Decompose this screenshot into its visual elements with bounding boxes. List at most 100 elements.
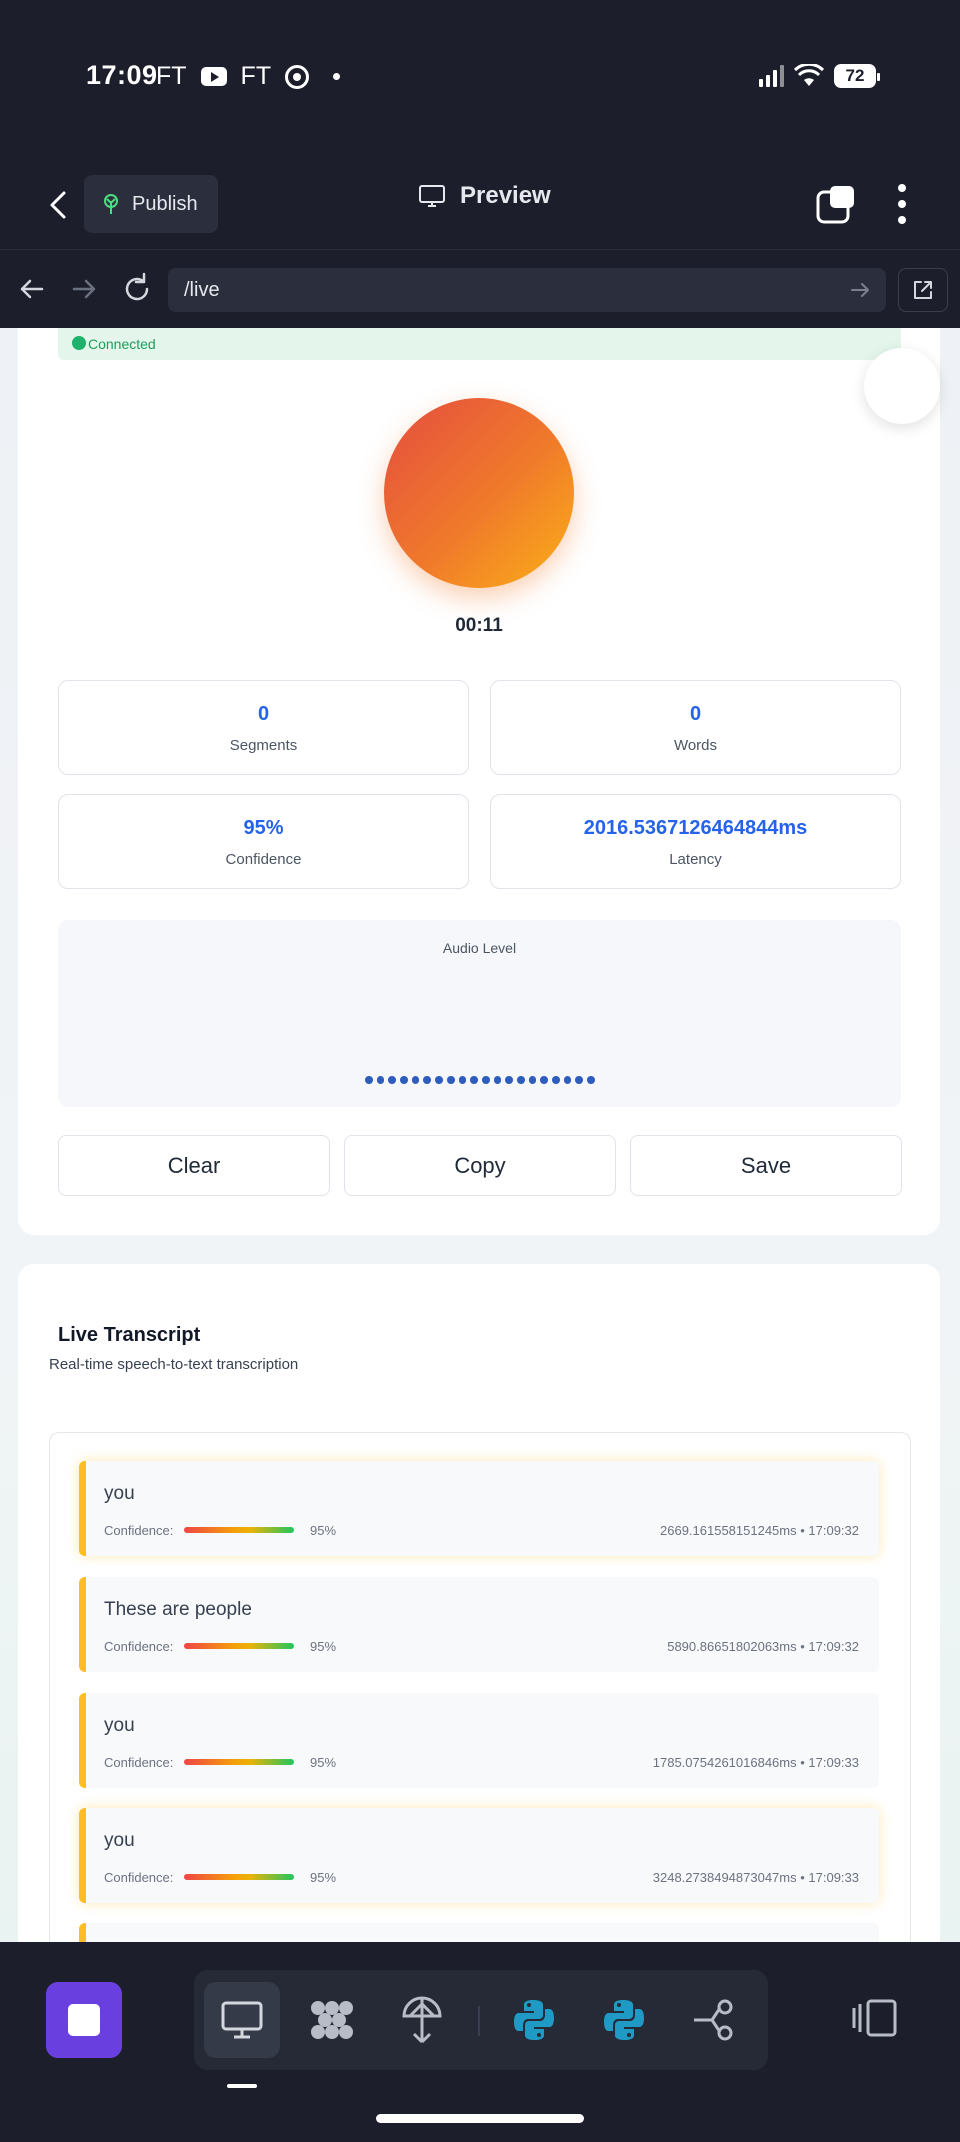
segment-text: These are people [104,1599,252,1620]
preview-label: Preview [460,182,551,209]
python-tool[interactable] [496,1982,572,2058]
confidence-percent: 95% [310,1639,337,1654]
tabs-icon[interactable] [814,182,858,226]
stat-value: 95% [243,817,284,839]
save-button[interactable]: Save [630,1135,902,1196]
soccer-ball-icon [285,64,310,89]
transcript-list[interactable]: you Confidence: 95% 2669.161558151245ms … [49,1432,911,1942]
transcript-title: Live Transcript [58,1324,201,1346]
segment-text: you [104,1483,135,1504]
record-button[interactable] [384,398,574,588]
youtube-icon [200,67,227,86]
audio-level-meter [365,1076,595,1084]
stat-value: 0 [257,703,270,725]
python-icon [514,2000,554,2040]
toolbar-divider [478,2006,480,2036]
wifi-icon [794,64,824,86]
transcript-subtitle: Real-time speech-to-text transcription [49,1356,299,1373]
confidence-percent: 95% [310,1870,337,1885]
status-system-icons: 72 [759,64,880,88]
browser-back-icon[interactable] [12,269,52,309]
confidence-bar [184,1643,294,1649]
stat-segments: 0 Segments [58,680,469,775]
connection-status-banner: Connected [58,328,901,360]
segment-meta: 3248.2738494873047ms • 17:09:33 [652,1870,859,1885]
transcript-segment[interactable]: you Confidence: 95% 2669.161558151245ms … [79,1461,879,1556]
browser-bar: /live [0,250,960,328]
clear-button[interactable]: Clear [58,1135,330,1196]
url-input[interactable]: /live [168,268,886,312]
audio-level-panel: Audio Level [58,920,901,1107]
segment-meta: 5890.86651802063ms • 17:09:32 [667,1639,859,1654]
transcript-segment[interactable]: These are people Confidence: 95% 5890.86… [79,1577,879,1672]
confidence-label: Confidence: [104,1755,174,1770]
python-tool[interactable] [586,1982,662,2058]
active-tool-indicator [227,2084,257,2088]
back-chevron-icon[interactable] [42,188,76,222]
stop-button[interactable] [46,1982,122,2058]
reload-icon[interactable] [117,269,157,309]
grid-nodes-tool[interactable] [294,1982,370,2058]
transcript-segment[interactable] [79,1923,879,1942]
floating-action-button[interactable] [864,348,940,424]
browser-forward-icon[interactable] [64,269,104,309]
status-dot-icon [72,336,86,350]
stat-confidence: 95% Confidence [58,794,469,889]
notification-dot-icon [333,73,341,80]
confidence-percent: 95% [310,1755,337,1770]
status-app-indicators: FT FT [156,62,341,91]
preview-title: Preview [418,182,551,210]
open-external-button[interactable] [898,268,948,312]
transcript-segment[interactable]: you Confidence: 95% 3248.2738494873047ms… [79,1808,879,1903]
connection-status-text: Connected [88,336,156,352]
antenna-tool[interactable] [384,1982,460,2058]
stat-label: Segments [229,737,298,754]
page-content: Connected 00:11 0 Segments 0 Words 95% C… [0,328,960,1942]
stat-value: 0 [689,703,702,725]
panel-toggle-icon[interactable] [852,1998,898,2038]
ft-indicator: FT [240,62,272,90]
more-options-icon[interactable] [892,184,912,224]
go-arrow-icon[interactable] [848,278,872,302]
app-header: Publish Preview [0,160,960,250]
stat-words: 0 Words [490,680,901,775]
stop-icon [68,2004,100,2036]
segment-meta: 2669.161558151245ms • 17:09:32 [660,1523,859,1538]
battery-icon: 72 [834,64,880,88]
stat-latency: 2016.5367126464844ms Latency [490,794,901,889]
publish-button[interactable]: Publish [84,175,218,233]
branch-icon [694,1999,733,2041]
confidence-percent: 95% [310,1523,337,1538]
confidence-bar [184,1759,294,1765]
stat-value: 2016.5367126464844ms [583,817,808,839]
transcript-segment[interactable]: you Confidence: 95% 1785.0754261016846ms… [79,1693,879,1788]
bottom-toolbar [0,1942,960,2142]
recorder-card: Connected 00:11 0 Segments 0 Words 95% C… [18,328,940,1235]
stat-label: Words [673,737,718,754]
python-icon [604,2000,644,2040]
segment-text: you [104,1830,135,1851]
url-text: /live [184,278,220,301]
signal-icon [759,65,784,87]
confidence-bar [184,1874,294,1880]
status-bar: 17:09 FT FT 72 [0,0,960,160]
branch-tool[interactable] [676,1982,752,2058]
status-time: 17:09 [86,60,158,90]
copy-button[interactable]: Copy [344,1135,616,1196]
monitor-icon [221,2001,263,2039]
live-transcript-card: Live Transcript Real-time speech-to-text… [18,1264,940,1942]
publish-label: Publish [132,192,198,215]
publish-tree-icon [104,194,118,214]
ft-indicator: FT [156,62,187,90]
antenna-icon [402,1996,442,2044]
confidence-bar [184,1527,294,1533]
audio-level-label: Audio Level [442,940,517,956]
recording-timer: 00:11 [455,615,503,636]
monitor-tool[interactable] [204,1982,280,2058]
monitor-icon [419,185,445,207]
external-link-icon [914,281,932,299]
segment-meta: 1785.0754261016846ms • 17:09:33 [652,1755,859,1770]
confidence-label: Confidence: [104,1639,174,1654]
grid-nodes-icon [311,2001,353,2039]
confidence-label: Confidence: [104,1523,174,1538]
